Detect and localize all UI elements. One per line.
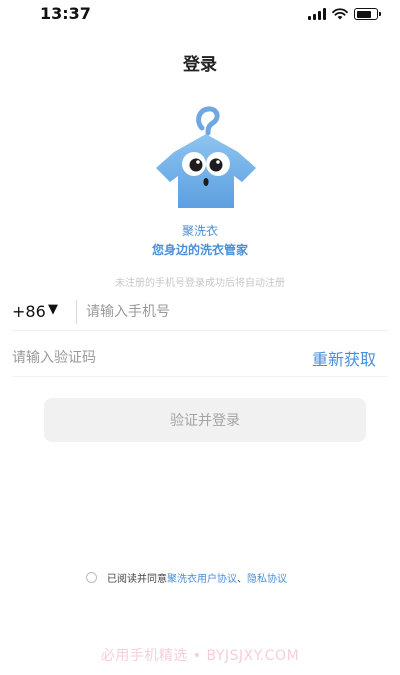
watermark: 必用手机精选 • BYJSJXY.COM [100, 648, 300, 664]
privacy-policy-link[interactable]: 隐私协议 [247, 570, 287, 585]
cellular-signal-icon [308, 8, 326, 20]
dropdown-arrow-icon[interactable]: ▼ [48, 302, 58, 317]
agreement-prefix: 已阅读并同意 [107, 574, 167, 585]
agreement-separator: 、 [237, 574, 247, 585]
app-name: 聚洗衣 [181, 224, 218, 238]
status-bar: 13:37 [0, 0, 400, 30]
verification-code-input[interactable] [12, 346, 252, 370]
agreement-checkbox[interactable] [86, 572, 97, 583]
page-title: 登录 [183, 55, 217, 75]
status-time: 13:37 [40, 4, 91, 23]
battery-icon [354, 8, 381, 20]
auto-register-hint: 未注册的手机号登录成功后将自动注册 [115, 278, 285, 289]
status-icons [308, 8, 381, 20]
app-slogan: 您身边的洗衣管家 [151, 243, 248, 257]
verify-login-button[interactable]: 验证并登录 [44, 398, 366, 442]
field-divider [76, 300, 77, 324]
wifi-icon [332, 8, 348, 20]
phone-field-row: +86 ▼ [12, 296, 388, 331]
agreement-row: 已阅读并同意 聚洗衣用户协议 、 隐私协议 [86, 570, 287, 585]
code-field-row: 重新获取 [12, 340, 388, 377]
phone-input[interactable] [86, 300, 366, 324]
country-code-selector[interactable]: +86 [12, 302, 46, 321]
resend-code-button[interactable]: 重新获取 [312, 346, 376, 370]
hanger-mascot-icon [156, 106, 256, 208]
user-agreement-link[interactable]: 聚洗衣用户协议 [167, 570, 237, 585]
